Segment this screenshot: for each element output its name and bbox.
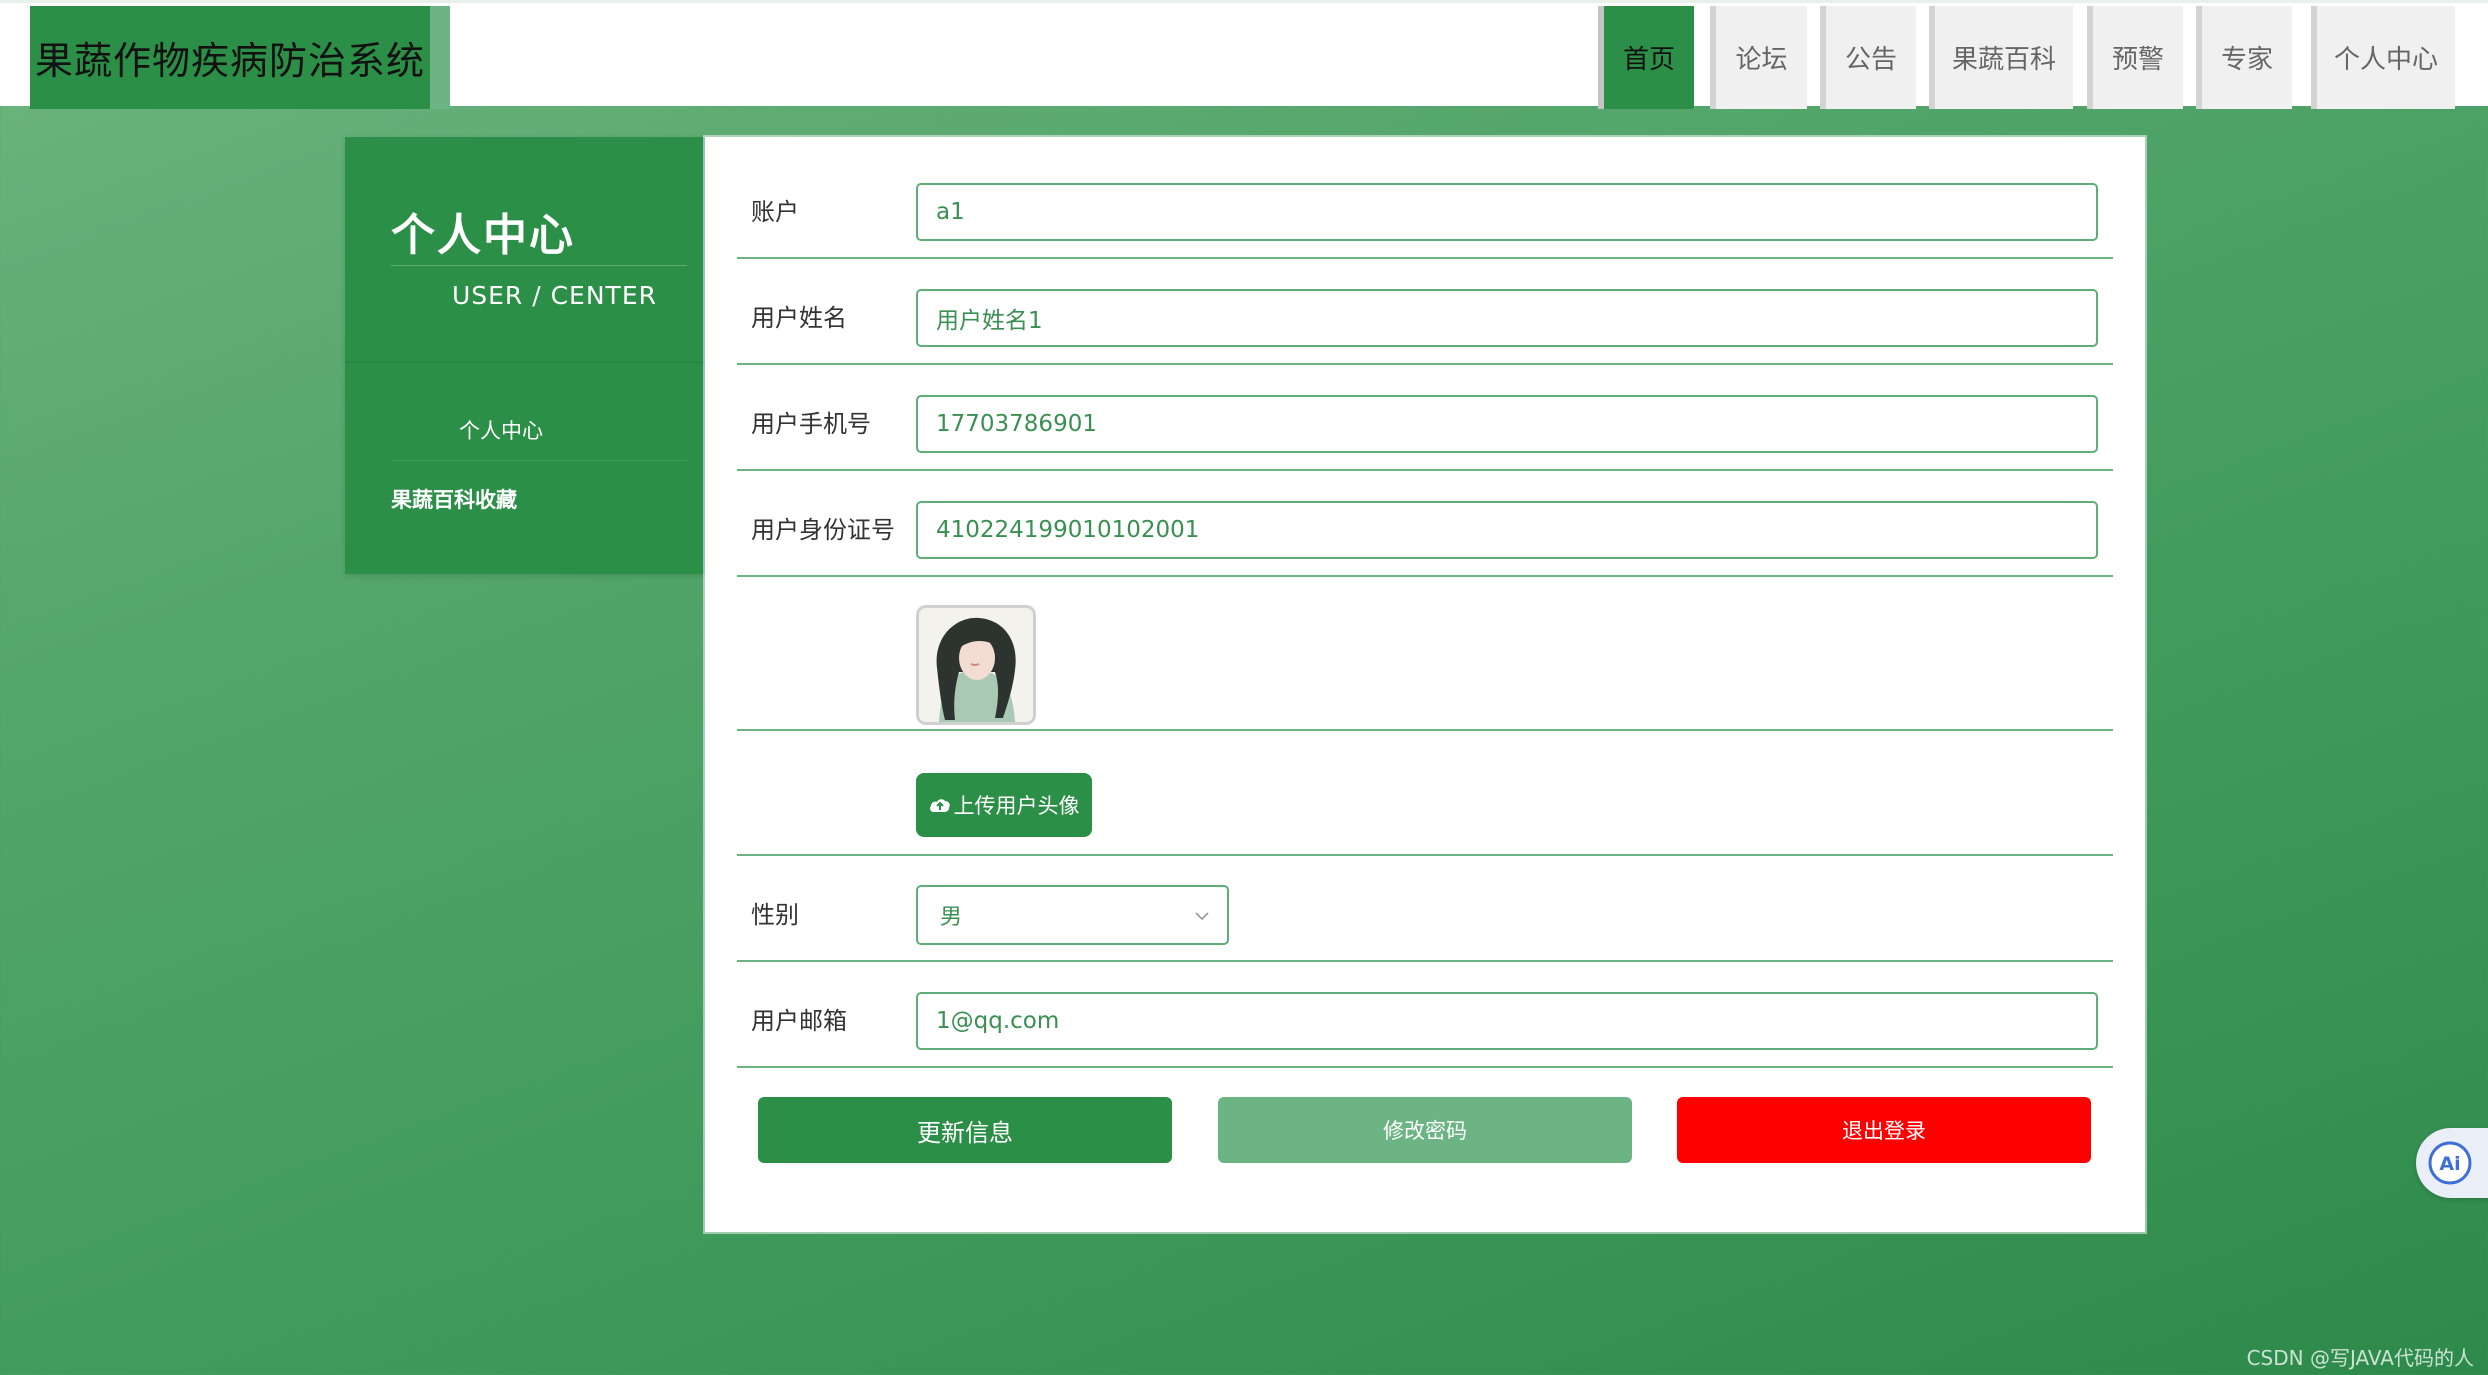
avatar xyxy=(916,605,1036,725)
nav-item-label: 专家 xyxy=(2220,45,2273,75)
watermark: CSDN @写JAVA代码的人 xyxy=(2246,1346,2474,1370)
id-number-label: 用户身份证号 xyxy=(751,516,895,544)
update-info-button[interactable]: 更新信息 xyxy=(758,1097,1172,1163)
ai-icon: Ai xyxy=(2428,1141,2472,1185)
sidebar-title: 个人中心 xyxy=(391,210,575,261)
ai-badge-text: Ai xyxy=(2439,1153,2460,1175)
name-label: 用户姓名 xyxy=(751,304,847,332)
sidebar-subtitle: USER / CENTER xyxy=(451,281,657,310)
email-field[interactable] xyxy=(916,992,2098,1050)
nav-item-warning[interactable]: 预警 xyxy=(2087,6,2183,109)
id-number-field[interactable] xyxy=(916,501,2098,559)
nav-item-label: 预警 xyxy=(2111,45,2164,75)
profile-form-panel: 账户 用户姓名 用户手机号 用户身份证号 上传用户头像 性别 男 xyxy=(705,137,2145,1232)
nav-item-label: 论坛 xyxy=(1735,45,1788,75)
row-divider xyxy=(737,469,2113,471)
gender-select[interactable]: 男 xyxy=(916,885,1229,945)
account-label: 账户 xyxy=(751,198,799,226)
nav-item-expert[interactable]: 专家 xyxy=(2196,6,2292,109)
chevron-down-icon xyxy=(1195,912,1209,921)
site-title: 果蔬作物疾病防治系统 xyxy=(34,39,425,83)
divider xyxy=(391,265,687,266)
brand-block: 果蔬作物疾病防治系统 xyxy=(30,6,450,109)
sidebar-item-user-center[interactable]: 个人中心 xyxy=(459,415,543,445)
row-divider xyxy=(737,960,2113,962)
row-divider xyxy=(737,729,2113,731)
avatar-image xyxy=(919,608,1033,722)
divider xyxy=(345,362,705,363)
upload-avatar-button[interactable]: 上传用户头像 xyxy=(916,773,1092,837)
row-divider xyxy=(737,257,2113,259)
upload-avatar-label: 上传用户头像 xyxy=(953,794,1080,818)
row-divider xyxy=(737,854,2113,856)
nav-item-notice[interactable]: 公告 xyxy=(1820,6,1916,109)
sidebar: 个人中心 USER / CENTER 个人中心 果蔬百科收藏 xyxy=(345,137,705,574)
nav-item-encyclopedia[interactable]: 果蔬百科 xyxy=(1929,6,2073,109)
logout-button[interactable]: 退出登录 xyxy=(1677,1097,2091,1163)
row-divider xyxy=(737,363,2113,365)
top-header: 果蔬作物疾病防治系统 首页 论坛 公告 果蔬百科 预警 专家 个人中心 xyxy=(0,0,2488,109)
nav-item-label: 首页 xyxy=(1622,45,1675,75)
phone-field[interactable] xyxy=(916,395,2098,453)
change-password-button[interactable]: 修改密码 xyxy=(1218,1097,1632,1163)
account-field[interactable] xyxy=(916,183,2098,241)
sidebar-item-favorites[interactable]: 果蔬百科收藏 xyxy=(391,484,517,514)
row-divider xyxy=(737,1066,2113,1068)
name-field[interactable] xyxy=(916,289,2098,347)
ai-assistant-button[interactable]: Ai xyxy=(2416,1128,2488,1198)
row-divider xyxy=(737,575,2113,577)
divider xyxy=(391,460,687,461)
cloud-upload-icon xyxy=(929,799,950,812)
nav-item-user-center[interactable]: 个人中心 xyxy=(2311,6,2455,109)
nav-item-label: 果蔬百科 xyxy=(1951,45,2056,75)
nav-item-label: 个人中心 xyxy=(2333,45,2438,75)
nav-item-label: 公告 xyxy=(1844,45,1897,75)
phone-label: 用户手机号 xyxy=(751,410,871,438)
nav-item-forum[interactable]: 论坛 xyxy=(1710,6,1807,109)
email-label: 用户邮箱 xyxy=(751,1007,847,1035)
gender-label: 性别 xyxy=(751,901,799,929)
gender-value: 男 xyxy=(940,905,963,930)
nav-item-home[interactable]: 首页 xyxy=(1598,6,1694,109)
